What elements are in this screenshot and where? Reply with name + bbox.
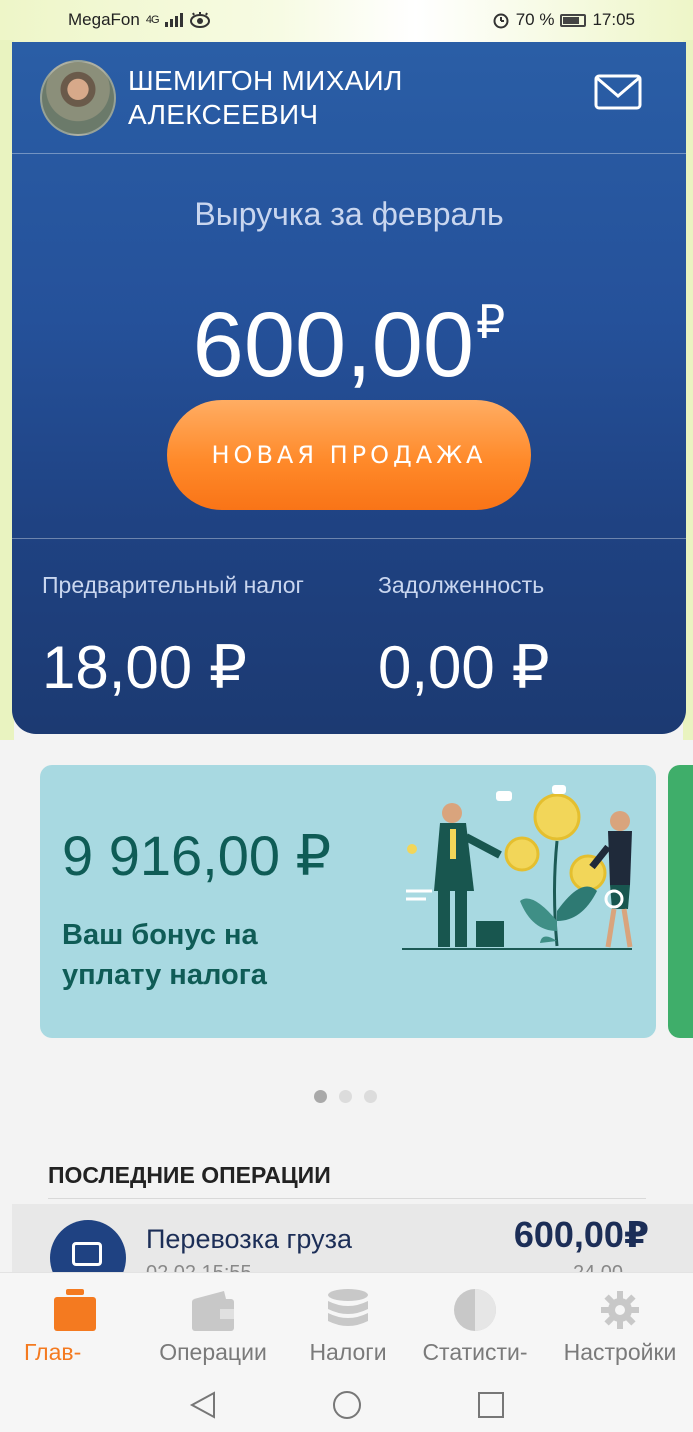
operation-amount: 600,00₽ bbox=[513, 1214, 649, 1255]
nav-label-home: Глав- bbox=[24, 1339, 82, 1365]
nav-item-taxes[interactable]: Налоги bbox=[296, 1273, 400, 1379]
coins-stack-icon bbox=[328, 1289, 368, 1326]
carrier-name: MegaFon bbox=[68, 10, 140, 29]
investment-illustration bbox=[402, 785, 633, 950]
nav-item-settings[interactable]: Настройки bbox=[550, 1273, 690, 1379]
clock: 17:05 bbox=[592, 10, 635, 29]
nav-label-statistics: Статисти- bbox=[422, 1339, 528, 1365]
pager-dot-3[interactable] bbox=[364, 1090, 377, 1103]
user-name: ШЕМИГОН МИХАИЛ АЛЕКСЕЕВИЧ bbox=[128, 65, 403, 130]
banner-pager bbox=[314, 1090, 377, 1103]
system-navigation-bar bbox=[0, 1378, 693, 1432]
currency-symbol: ₽ bbox=[476, 296, 506, 348]
divider bbox=[12, 538, 686, 539]
operation-name: Перевозка груза bbox=[146, 1224, 352, 1254]
avatar[interactable] bbox=[40, 60, 116, 136]
battery-percent: 70 % bbox=[515, 10, 555, 29]
tax-label: Предварительный налог bbox=[42, 572, 304, 598]
debt-value: 0,00 ₽ bbox=[378, 634, 550, 701]
battery-icon bbox=[560, 13, 587, 27]
nav-item-home[interactable]: Глав- bbox=[0, 1273, 150, 1379]
home-briefcase-icon bbox=[54, 1289, 96, 1331]
bonus-text: Ваш бонус на уплату налога bbox=[62, 919, 267, 991]
network-type: 4G bbox=[145, 14, 160, 26]
revenue-label: Выручка за февраль bbox=[194, 196, 504, 232]
gear-icon bbox=[601, 1291, 639, 1329]
preliminary-tax-block[interactable]: Предварительный налог 18,00 ₽ bbox=[42, 572, 304, 703]
signal-icon bbox=[164, 13, 183, 27]
account-summary-card: ШЕМИГОН МИХАИЛ АЛЕКСЕЕВИЧ Выручка за фев… bbox=[12, 42, 686, 734]
status-right: 70 % 17:05 bbox=[492, 10, 635, 30]
pager-dot-1[interactable] bbox=[314, 1090, 327, 1103]
nav-label-settings: Настройки bbox=[563, 1339, 677, 1365]
status-left: MegaFon 4G bbox=[68, 10, 211, 30]
mail-icon[interactable] bbox=[594, 74, 642, 110]
revenue-amount: 600,00 bbox=[192, 294, 475, 396]
nav-item-operations[interactable]: Операции bbox=[150, 1273, 276, 1379]
recent-operations-title: ПОСЛЕДНИЕ ОПЕРАЦИИ bbox=[48, 1162, 331, 1188]
debt-label: Задолженность bbox=[378, 572, 545, 598]
bottom-navigation: Глав- Операции Налоги Статисти- Настройк… bbox=[0, 1272, 693, 1378]
next-banner-peek[interactable] bbox=[668, 765, 693, 1038]
alarm-icon bbox=[493, 13, 509, 29]
status-bar: MegaFon 4G 70 % 17:05 bbox=[0, 0, 693, 40]
wallet-icon bbox=[192, 1291, 234, 1331]
revenue-value: 600,00₽ bbox=[12, 272, 686, 395]
wallet-glyph bbox=[72, 1242, 102, 1266]
eye-comfort-icon bbox=[189, 12, 210, 28]
section-divider bbox=[48, 1198, 646, 1199]
nav-label-taxes: Налоги bbox=[309, 1339, 387, 1365]
pie-chart-icon bbox=[454, 1289, 496, 1331]
user-row: ШЕМИГОН МИХАИЛ АЛЕКСЕЕВИЧ bbox=[12, 42, 686, 154]
debt-block[interactable]: Задолженность 0,00 ₽ bbox=[378, 572, 550, 703]
home-circle-icon[interactable] bbox=[332, 1390, 362, 1420]
pager-dot-2[interactable] bbox=[339, 1090, 352, 1103]
nav-label-operations: Операции bbox=[159, 1339, 267, 1365]
bonus-banner[interactable]: 9 916,00 ₽ Ваш бонус на уплату налога bbox=[40, 765, 656, 1038]
bonus-value: 9 916,00 ₽ bbox=[62, 824, 332, 887]
operation-row[interactable]: Перевозка груза 600,00₽ 02.02 15:55 24,0… bbox=[12, 1204, 693, 1296]
tax-value: 18,00 ₽ bbox=[42, 634, 247, 701]
new-sale-button[interactable]: НОВАЯ ПРОДАЖА bbox=[167, 400, 531, 510]
back-icon[interactable] bbox=[188, 1390, 218, 1420]
recent-apps-icon[interactable] bbox=[476, 1390, 506, 1420]
nav-item-statistics[interactable]: Статисти- bbox=[410, 1273, 540, 1379]
